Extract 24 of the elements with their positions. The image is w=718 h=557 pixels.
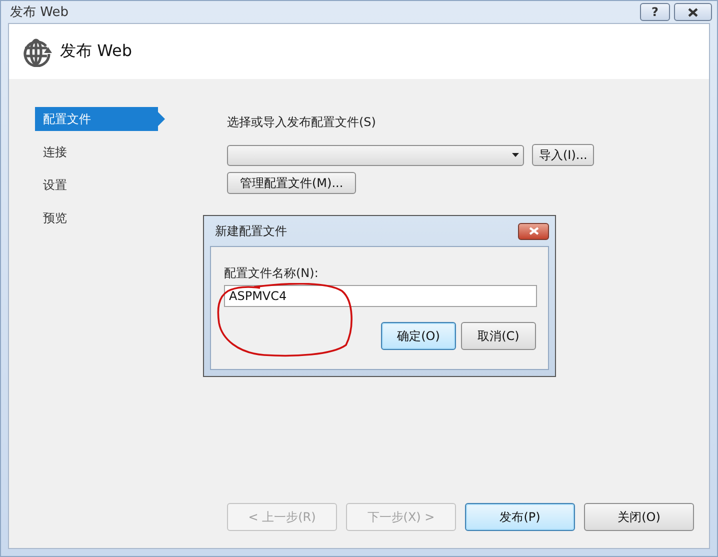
dialog-close-button[interactable] [518,222,549,240]
sidebar-item[interactable]: 连接 [35,140,165,164]
sidebar-item[interactable]: 配置文件 [35,107,165,131]
profile-dropdown[interactable] [227,144,524,166]
globe-icon [22,36,52,66]
close-button[interactable] [674,3,712,21]
field-label: 配置文件名称(N): [224,265,318,282]
profile-name-field[interactable]: ASPMVC4 [224,285,537,307]
import-button[interactable]: 导入(I)... [532,144,594,166]
window-title: 发布 Web [10,4,68,21]
close-icon [528,227,538,235]
dialog-button[interactable]: 取消(C) [461,322,536,350]
sidebar-item[interactable]: 预览 [35,206,165,230]
sidebar-item[interactable]: 设置 [35,173,165,197]
footer-button[interactable]: 发布(P) [465,503,575,531]
profile-label: 选择或导入发布配置文件(S) [227,114,377,131]
dialog-title: 新建配置文件 [215,222,287,240]
header-title: 发布 Web [60,41,132,62]
close-icon [688,8,698,16]
manage-profiles-button[interactable]: 管理配置文件(M)... [227,172,356,194]
caret-icon [512,153,519,157]
footer-button[interactable]: 关闭(O) [584,503,694,531]
help-button[interactable]: ? [640,3,670,21]
dialog-button[interactable]: 确定(O) [381,322,456,350]
